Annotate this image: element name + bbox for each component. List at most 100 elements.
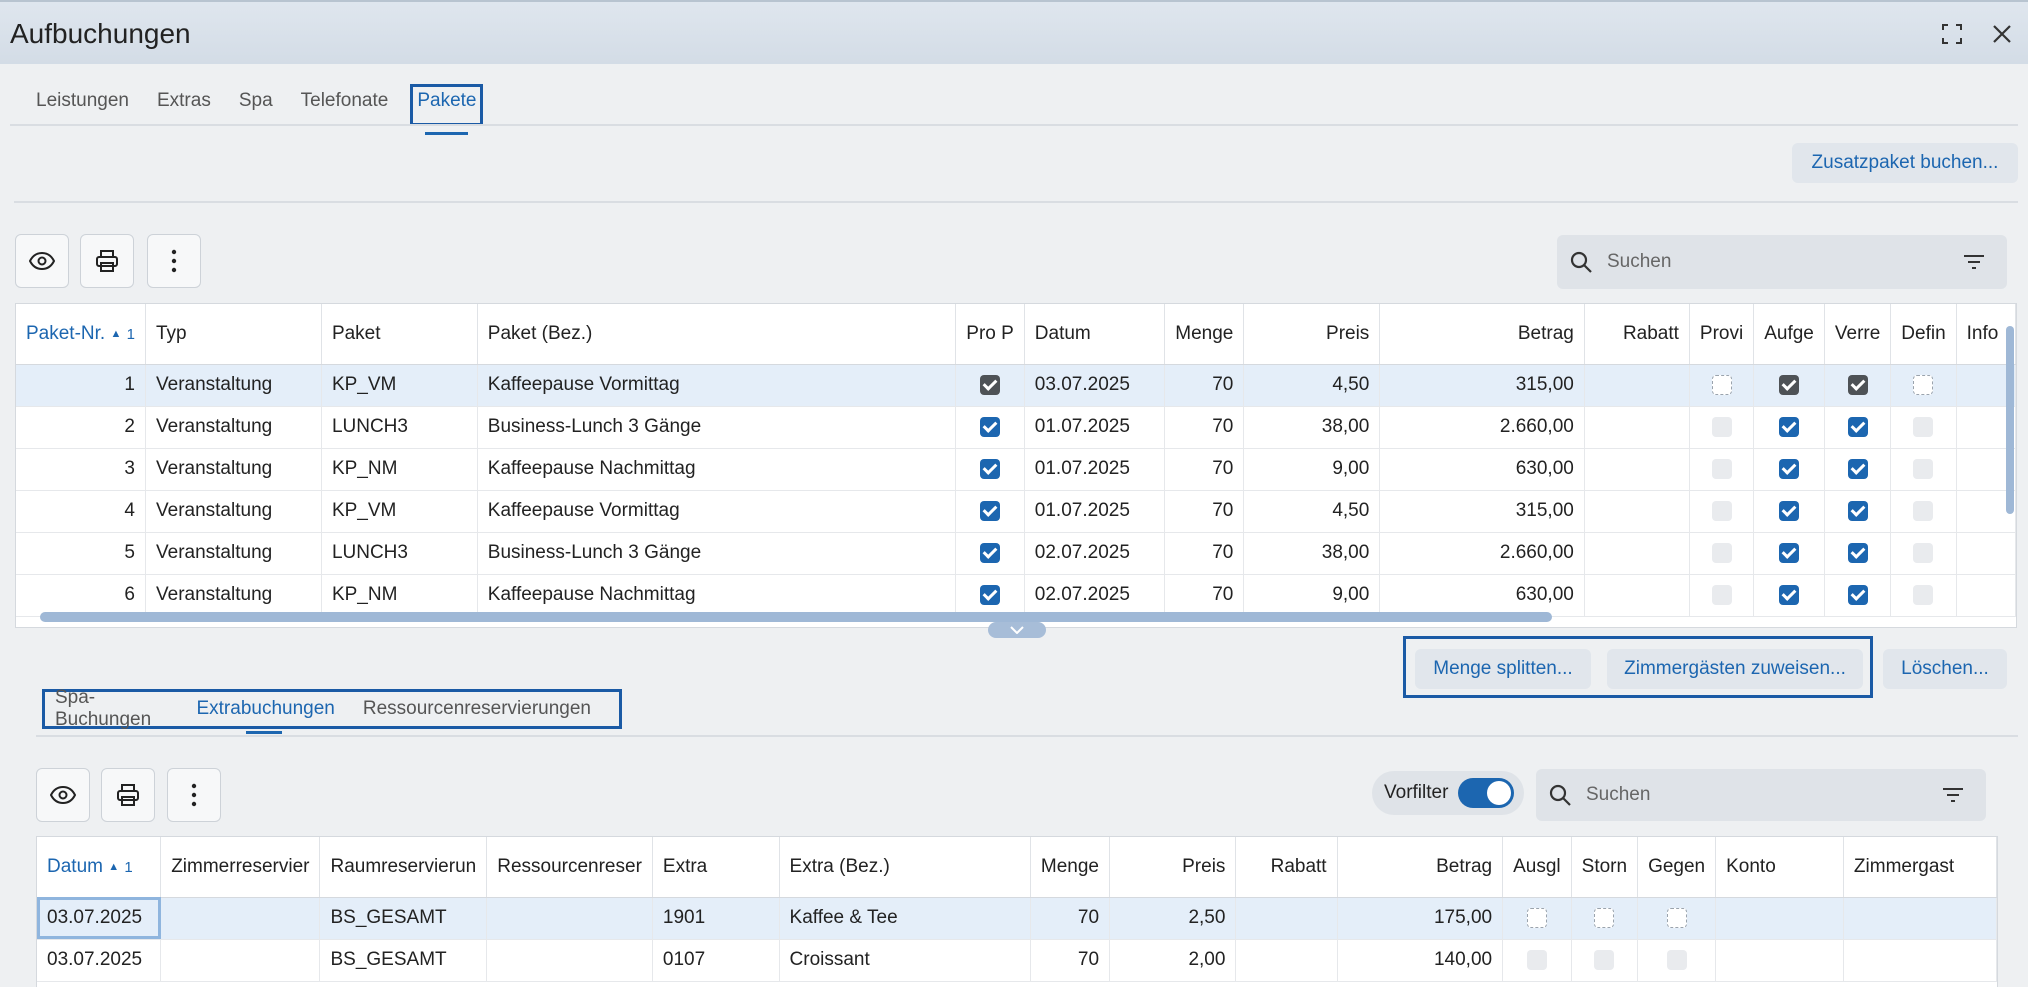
col-rabatt[interactable]: Rabatt (1235, 837, 1338, 898)
col-aufge[interactable]: Aufge (1753, 304, 1825, 365)
gegenbuchung-checkbox[interactable] (1666, 907, 1687, 928)
filter-icon[interactable] (1963, 254, 1985, 270)
pro-person-checkbox[interactable] (980, 500, 1001, 521)
ausgleich-checkbox[interactable] (1526, 949, 1547, 970)
aufgebucht-checkbox[interactable] (1779, 458, 1800, 479)
col-zimmergast[interactable]: Zimmergast (1843, 837, 1997, 898)
col-gegen[interactable]: Gegen (1637, 837, 1717, 898)
pro-person-checkbox[interactable] (980, 584, 1001, 605)
loeschen-button[interactable]: Löschen... (1883, 649, 2007, 689)
vertical-scrollbar[interactable] (2006, 326, 2014, 514)
tab-spa[interactable]: Spa (225, 84, 287, 126)
top-search-input[interactable] (1607, 251, 1963, 273)
col-typ[interactable]: Typ (145, 304, 322, 365)
col-konto[interactable]: Konto (1715, 837, 1844, 898)
definitiv-checkbox[interactable] (1913, 416, 1934, 437)
menge-splitten-button[interactable]: Menge splitten... (1415, 649, 1591, 689)
horizontal-scrollbar[interactable] (40, 612, 1552, 622)
storno-checkbox[interactable] (1594, 907, 1615, 928)
col-paket-bez[interactable]: Paket (Bez.) (477, 304, 957, 365)
print-button-bottom[interactable] (101, 768, 155, 822)
verrechnet-checkbox[interactable] (1847, 458, 1868, 479)
col-zimmerreservierung[interactable]: Zimmerreservier (160, 837, 321, 898)
print-button[interactable] (80, 234, 134, 288)
storno-checkbox[interactable] (1594, 949, 1615, 970)
col-extra-bez[interactable]: Extra (Bez.) (779, 837, 1031, 898)
col-betrag[interactable]: Betrag (1337, 837, 1504, 898)
table-row[interactable]: 1 Veranstaltung KP_VM Kaffeepause Vormit… (16, 364, 2016, 407)
tab-extrabuchungen[interactable]: Extrabuchungen (196, 698, 335, 734)
col-verre[interactable]: Verre (1824, 304, 1892, 365)
gegenbuchung-checkbox[interactable] (1666, 949, 1687, 970)
maximize-icon[interactable] (1934, 16, 1970, 52)
pro-person-checkbox[interactable] (980, 542, 1001, 563)
col-storn[interactable]: Storn (1571, 837, 1639, 898)
provisorisch-checkbox[interactable] (1711, 416, 1732, 437)
table-row[interactable]: 5 Veranstaltung LUNCH3 Business-Lunch 3 … (16, 532, 2016, 575)
col-ausgl[interactable]: Ausgl (1502, 837, 1572, 898)
view-button[interactable] (15, 234, 69, 288)
tab-extras[interactable]: Extras (143, 84, 225, 126)
provisorisch-checkbox[interactable] (1711, 542, 1732, 563)
verrechnet-checkbox[interactable] (1847, 584, 1868, 605)
col-provi[interactable]: Provi (1689, 304, 1755, 365)
aufgebucht-checkbox[interactable] (1779, 500, 1800, 521)
table-row[interactable]: 3 Veranstaltung KP_NM Kaffeepause Nachmi… (16, 448, 2016, 491)
pro-person-checkbox[interactable] (980, 374, 1001, 395)
col-paket[interactable]: Paket (321, 304, 478, 365)
col-rabatt[interactable]: Rabatt (1584, 304, 1690, 365)
col-datum[interactable]: Datum (1024, 304, 1166, 365)
table-row[interactable]: 03.07.2025 BS_GESAMT 0107 Croissant 70 2… (37, 939, 1997, 982)
tab-telefonate[interactable]: Telefonate (287, 84, 403, 126)
zusatzpaket-buchen-button[interactable]: Zusatzpaket buchen... (1792, 143, 2018, 183)
col-extra[interactable]: Extra (652, 837, 780, 898)
aufgebucht-checkbox[interactable] (1779, 584, 1800, 605)
provisorisch-checkbox[interactable] (1711, 374, 1732, 395)
col-ressourcenreservierung[interactable]: Ressourcenreser (486, 837, 653, 898)
col-menge[interactable]: Menge (1030, 837, 1111, 898)
filter-icon[interactable] (1942, 787, 1964, 803)
provisorisch-checkbox[interactable] (1711, 584, 1732, 605)
pro-person-checkbox[interactable] (980, 458, 1001, 479)
zimmergaeste-zuweisen-button[interactable]: Zimmergästen zuweisen... (1607, 649, 1863, 689)
table-row[interactable]: 6 Veranstaltung KP_NM Kaffeepause Nachmi… (16, 574, 2016, 617)
more-options-button-bottom[interactable] (167, 768, 221, 822)
definitiv-checkbox[interactable] (1913, 584, 1934, 605)
close-icon[interactable] (1984, 16, 2020, 52)
splitter-handle[interactable] (988, 622, 1046, 638)
col-defin[interactable]: Defin (1890, 304, 1957, 365)
col-pro-p[interactable]: Pro P (955, 304, 1025, 365)
verrechnet-checkbox[interactable] (1847, 500, 1868, 521)
table-row[interactable]: 4 Veranstaltung KP_VM Kaffeepause Vormit… (16, 490, 2016, 533)
col-preis[interactable]: Preis (1109, 837, 1237, 898)
aufgebucht-checkbox[interactable] (1779, 542, 1800, 563)
table-row[interactable]: 03.07.2025 BS_GESAMT 1901 Kaffee & Tee 7… (37, 897, 1997, 940)
col-raumreservierung[interactable]: Raumreservierun (319, 837, 488, 898)
bottom-search-input[interactable] (1586, 784, 1942, 806)
verrechnet-checkbox[interactable] (1847, 374, 1868, 395)
tab-pakete[interactable]: Pakete (410, 84, 484, 135)
view-button-bottom[interactable] (36, 768, 90, 822)
col-betrag[interactable]: Betrag (1379, 304, 1585, 365)
verrechnet-checkbox[interactable] (1847, 416, 1868, 437)
tab-leistungen[interactable]: Leistungen (12, 84, 143, 126)
provisorisch-checkbox[interactable] (1711, 458, 1732, 479)
more-options-button[interactable] (147, 234, 201, 288)
verrechnet-checkbox[interactable] (1847, 542, 1868, 563)
vorfilter-toggle[interactable] (1458, 778, 1515, 808)
col-paket-nr[interactable]: Paket-Nr. ▲ 1 (16, 304, 146, 365)
definitiv-checkbox[interactable] (1913, 500, 1934, 521)
table-row[interactable]: 2 Veranstaltung LUNCH3 Business-Lunch 3 … (16, 406, 2016, 449)
definitiv-checkbox[interactable] (1913, 374, 1934, 395)
tab-spa-buchungen[interactable]: Spa-Buchungen (55, 687, 168, 731)
tab-ressourcenreservierungen[interactable]: Ressourcenreservierungen (363, 698, 591, 720)
definitiv-checkbox[interactable] (1913, 542, 1934, 563)
provisorisch-checkbox[interactable] (1711, 500, 1732, 521)
pro-person-checkbox[interactable] (980, 416, 1001, 437)
definitiv-checkbox[interactable] (1913, 458, 1934, 479)
col-menge[interactable]: Menge (1164, 304, 1245, 365)
ausgleich-checkbox[interactable] (1526, 907, 1547, 928)
aufgebucht-checkbox[interactable] (1779, 416, 1800, 437)
aufgebucht-checkbox[interactable] (1779, 374, 1800, 395)
col-datum[interactable]: Datum ▲ 1 (37, 837, 162, 898)
